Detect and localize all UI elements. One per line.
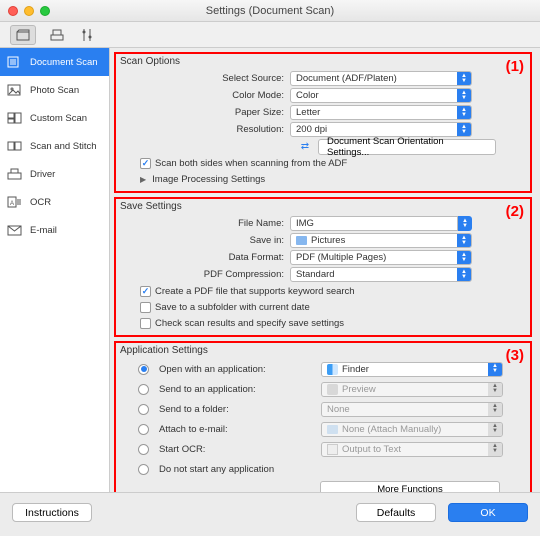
send-app-dropdown[interactable]: Preview ▲▼	[321, 382, 503, 397]
ok-button[interactable]: OK	[448, 503, 528, 522]
no-start-radio[interactable]	[138, 464, 149, 475]
paper-size-dropdown[interactable]: Letter ▲▼	[290, 105, 472, 120]
dropdown-arrows-icon: ▲▼	[458, 216, 472, 231]
select-source-dropdown[interactable]: Document (ADF/Platen) ▲▼	[290, 71, 472, 86]
subfolder-checkbox[interactable]	[140, 302, 151, 313]
keyword-search-checkbox[interactable]	[140, 286, 151, 297]
check-results-checkbox[interactable]	[140, 318, 151, 329]
sidebar-item-photo-scan[interactable]: Photo Scan	[0, 76, 109, 104]
dropdown-arrows-icon: ▲▼	[457, 234, 471, 247]
more-functions-button[interactable]: More Functions	[320, 481, 500, 492]
svg-text:A: A	[10, 201, 14, 207]
save-in-dropdown[interactable]: Pictures ▲▼	[290, 233, 472, 248]
send-app-radio[interactable]	[138, 384, 149, 395]
text-output-icon	[327, 444, 338, 455]
sidebar-item-ocr[interactable]: A OCR	[0, 188, 109, 216]
group-marker-3: (3)	[506, 347, 524, 364]
dropdown-arrows-icon: ▲▼	[457, 251, 471, 264]
window-title: Settings (Document Scan)	[0, 5, 540, 17]
scan-from-panel-tab[interactable]	[48, 26, 66, 44]
open-with-dropdown[interactable]: Finder ▲▼	[321, 362, 503, 377]
footer: Instructions Defaults OK	[0, 492, 540, 532]
dropdown-arrows-icon: ▲▼	[457, 72, 471, 85]
application-settings-group: (3) Application Settings Open with an ap…	[114, 341, 532, 492]
group-marker-1: (1)	[506, 58, 524, 75]
dropdown-arrows-icon: ▲▼	[457, 106, 471, 119]
dropdown-arrows-icon: ▲▼	[488, 403, 502, 416]
general-settings-tab[interactable]	[78, 26, 96, 44]
application-settings-heading: Application Settings	[120, 345, 526, 356]
file-name-field[interactable]: IMG ▲▼	[290, 216, 472, 231]
instructions-button[interactable]: Instructions	[12, 503, 92, 522]
sidebar-item-label: Driver	[30, 169, 55, 180]
sidebar-item-label: Scan and Stitch	[30, 141, 97, 152]
data-format-label: Data Format:	[120, 252, 290, 263]
orientation-swap-icon[interactable]: ⇄	[296, 140, 314, 154]
sidebar-item-label: Document Scan	[30, 57, 98, 68]
mail-folder-icon	[327, 425, 338, 434]
dropdown-arrows-icon: ▲▼	[488, 443, 502, 456]
content-area: (1) Scan Options Select Source: Document…	[110, 48, 540, 492]
sidebar-item-label: OCR	[30, 197, 51, 208]
save-settings-group: (2) Save Settings File Name: IMG ▲▼ Save…	[114, 197, 532, 337]
attach-email-label: Attach to e-mail:	[153, 424, 321, 435]
attach-email-dropdown[interactable]: None (Attach Manually) ▲▼	[321, 422, 503, 437]
send-app-label: Send to an application:	[153, 384, 321, 395]
preview-icon	[327, 384, 338, 395]
disclosure-triangle-icon: ▶	[140, 175, 146, 184]
send-folder-label: Send to a folder:	[153, 404, 321, 415]
data-format-dropdown[interactable]: PDF (Multiple Pages) ▲▼	[290, 250, 472, 265]
sidebar-item-document-scan[interactable]: Document Scan	[0, 48, 109, 76]
both-sides-checkbox[interactable]	[140, 158, 151, 169]
pdf-compression-dropdown[interactable]: Standard ▲▼	[290, 267, 472, 282]
dropdown-arrows-icon: ▲▼	[457, 123, 471, 136]
keyword-search-label: Create a PDF file that supports keyword …	[155, 286, 355, 297]
save-settings-heading: Save Settings	[120, 201, 526, 212]
check-results-label: Check scan results and specify save sett…	[155, 318, 344, 329]
file-name-label: File Name:	[120, 218, 290, 229]
toolbar	[0, 22, 540, 48]
open-with-label: Open with an application:	[153, 364, 321, 375]
group-marker-2: (2)	[506, 203, 524, 220]
start-ocr-radio[interactable]	[138, 444, 149, 455]
defaults-button[interactable]: Defaults	[356, 503, 436, 522]
sidebar-item-label: E-mail	[30, 225, 57, 236]
dropdown-arrows-icon: ▲▼	[488, 423, 502, 436]
paper-size-label: Paper Size:	[120, 107, 290, 118]
scan-options-group: (1) Scan Options Select Source: Document…	[114, 52, 532, 193]
no-start-label: Do not start any application	[153, 464, 321, 475]
pdf-compression-label: PDF Compression:	[120, 269, 290, 280]
sidebar-item-driver[interactable]: Driver	[0, 160, 109, 188]
both-sides-label: Scan both sides when scanning from the A…	[155, 158, 347, 169]
sidebar-item-label: Custom Scan	[30, 113, 87, 124]
sidebar: Document Scan Photo Scan Custom Scan Sca…	[0, 48, 110, 492]
scan-options-heading: Scan Options	[120, 56, 526, 67]
image-processing-disclosure[interactable]: ▶ Image Processing Settings	[120, 171, 526, 187]
finder-icon	[327, 364, 338, 375]
select-source-label: Select Source:	[120, 73, 290, 84]
folder-icon	[296, 236, 307, 245]
color-mode-dropdown[interactable]: Color ▲▼	[290, 88, 472, 103]
subfolder-label: Save to a subfolder with current date	[155, 302, 310, 313]
resolution-label: Resolution:	[120, 124, 290, 135]
orientation-settings-button[interactable]: Document Scan Orientation Settings...	[318, 139, 496, 155]
color-mode-label: Color Mode:	[120, 90, 290, 101]
dropdown-arrows-icon: ▲▼	[488, 383, 502, 396]
send-folder-dropdown[interactable]: None ▲▼	[321, 402, 503, 417]
dropdown-arrows-icon: ▲▼	[457, 268, 471, 281]
titlebar: Settings (Document Scan)	[0, 0, 540, 22]
send-folder-radio[interactable]	[138, 404, 149, 415]
sidebar-item-scan-and-stitch[interactable]: Scan and Stitch	[0, 132, 109, 160]
save-in-label: Save in:	[120, 235, 290, 246]
start-ocr-label: Start OCR:	[153, 444, 321, 455]
sidebar-item-email[interactable]: E-mail	[0, 216, 109, 244]
sidebar-item-custom-scan[interactable]: Custom Scan	[0, 104, 109, 132]
sidebar-item-label: Photo Scan	[30, 85, 79, 96]
attach-email-radio[interactable]	[138, 424, 149, 435]
open-with-radio[interactable]	[138, 364, 149, 375]
start-ocr-dropdown[interactable]: Output to Text ▲▼	[321, 442, 503, 457]
dropdown-arrows-icon: ▲▼	[488, 363, 502, 376]
dropdown-arrows-icon: ▲▼	[457, 89, 471, 102]
scan-from-computer-tab[interactable]	[10, 25, 36, 45]
